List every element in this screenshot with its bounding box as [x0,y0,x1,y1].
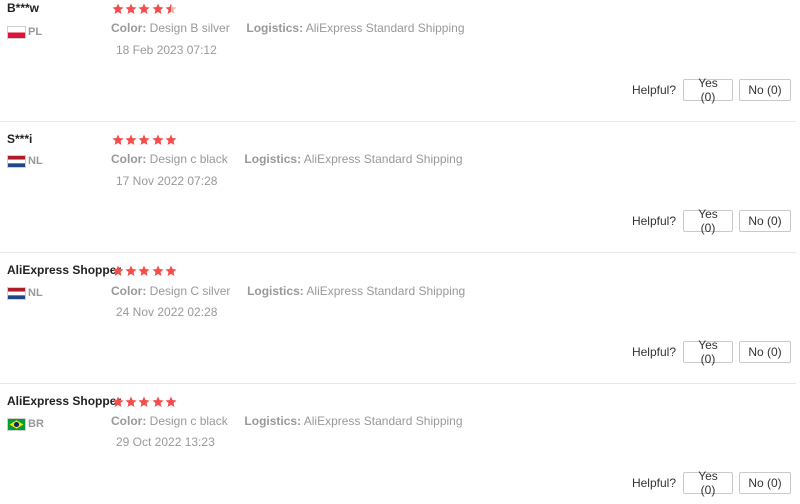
helpful-label: Helpful? [631,214,676,228]
reviewer-country: NL [7,154,43,168]
star-icon [138,3,150,15]
review-meta: Color: Design c black Logistics: AliExpr… [111,414,463,428]
helpful-no-button[interactable]: No (0) [739,210,791,232]
color-value: Design C silver [149,284,231,298]
star-icon [165,396,177,408]
star-icon [152,3,164,15]
logistics-label: Logistics: [247,284,304,298]
logistics-value: AliExpress Standard Shipping [303,414,463,428]
helpful-yes-button[interactable]: Yes (0) [683,76,733,104]
logistics-value: AliExpress Standard Shipping [306,284,466,298]
review-item: B***w PL Color: Design B silver Logistic… [0,0,796,122]
country-code: PL [28,26,43,38]
color-value: Design c black [149,152,228,166]
country-code: BR [28,418,44,430]
helpful-no-button[interactable]: No (0) [739,79,791,101]
reviewer-name: AliExpress Shopper [7,394,122,408]
star-icon [125,134,137,146]
star-icon [165,3,177,15]
star-icon [125,396,137,408]
star-rating [112,265,177,277]
review-date: 24 Nov 2022 02:28 [116,305,218,319]
reviewer-country: PL [7,25,42,39]
star-icon [152,396,164,408]
color-value: Design c black [149,414,228,428]
review-date: 29 Oct 2022 13:23 [116,435,215,449]
star-icon [165,134,177,146]
reviewer-name: B***w [7,1,40,15]
reviewer-country: BR [7,417,44,431]
star-icon [138,134,150,146]
helpful-vote: Helpful? Yes (0) No (0) [631,469,791,497]
helpful-vote: Helpful? Yes (0) No (0) [631,207,791,235]
country-code: NL [28,155,43,167]
helpful-no-button[interactable]: No (0) [739,472,791,494]
helpful-no-button[interactable]: No (0) [739,341,791,363]
color-value: Design B silver [149,21,230,35]
logistics-label: Logistics: [246,21,304,35]
helpful-vote: Helpful? Yes (0) No (0) [631,76,791,104]
star-rating [112,3,177,15]
helpful-yes-button[interactable]: Yes (0) [683,207,733,235]
star-rating [112,134,177,146]
color-label: Color: [111,152,147,166]
helpful-label: Helpful? [631,345,676,359]
logistics-value: AliExpress Standard Shipping [303,152,463,166]
netherlands-flag-icon [7,286,26,300]
color-label: Color: [111,414,147,428]
country-code: NL [28,287,43,299]
review-meta: Color: Design C silver Logistics: AliExp… [111,284,465,298]
helpful-vote: Helpful? Yes (0) No (0) [631,338,791,366]
logistics-value: AliExpress Standard Shipping [305,21,465,35]
star-icon [138,396,150,408]
color-label: Color: [111,284,147,298]
review-item: AliExpress Shopper NL Color: Design C si… [0,252,796,384]
reviewer-name: S***i [7,132,33,146]
star-icon [165,265,177,277]
star-rating [112,396,177,408]
color-label: Color: [111,21,147,35]
reviewer-country: NL [7,286,43,300]
review-item: AliExpress Shopper BR Color: Design c bl… [0,383,796,504]
brazil-flag-icon [7,417,26,431]
star-icon [152,134,164,146]
star-icon [152,265,164,277]
star-icon [112,3,124,15]
review-date: 17 Nov 2022 07:28 [116,174,218,188]
helpful-label: Helpful? [631,83,676,97]
star-icon [112,265,124,277]
helpful-yes-button[interactable]: Yes (0) [683,469,733,497]
star-icon [125,265,137,277]
star-icon [138,265,150,277]
star-icon [112,134,124,146]
star-icon [112,396,124,408]
logistics-label: Logistics: [244,414,302,428]
netherlands-flag-icon [7,154,26,168]
helpful-yes-button[interactable]: Yes (0) [683,338,733,366]
review-meta: Color: Design c black Logistics: AliExpr… [111,152,463,166]
review-date: 18 Feb 2023 07:12 [116,43,217,57]
review-item: S***i NL Color: Design c black Logistics… [0,121,796,253]
star-icon [125,3,137,15]
poland-flag-icon [7,25,26,39]
logistics-label: Logistics: [244,152,302,166]
helpful-label: Helpful? [631,476,676,490]
reviewer-name: AliExpress Shopper [7,263,122,277]
review-meta: Color: Design B silver Logistics: AliExp… [111,21,465,35]
